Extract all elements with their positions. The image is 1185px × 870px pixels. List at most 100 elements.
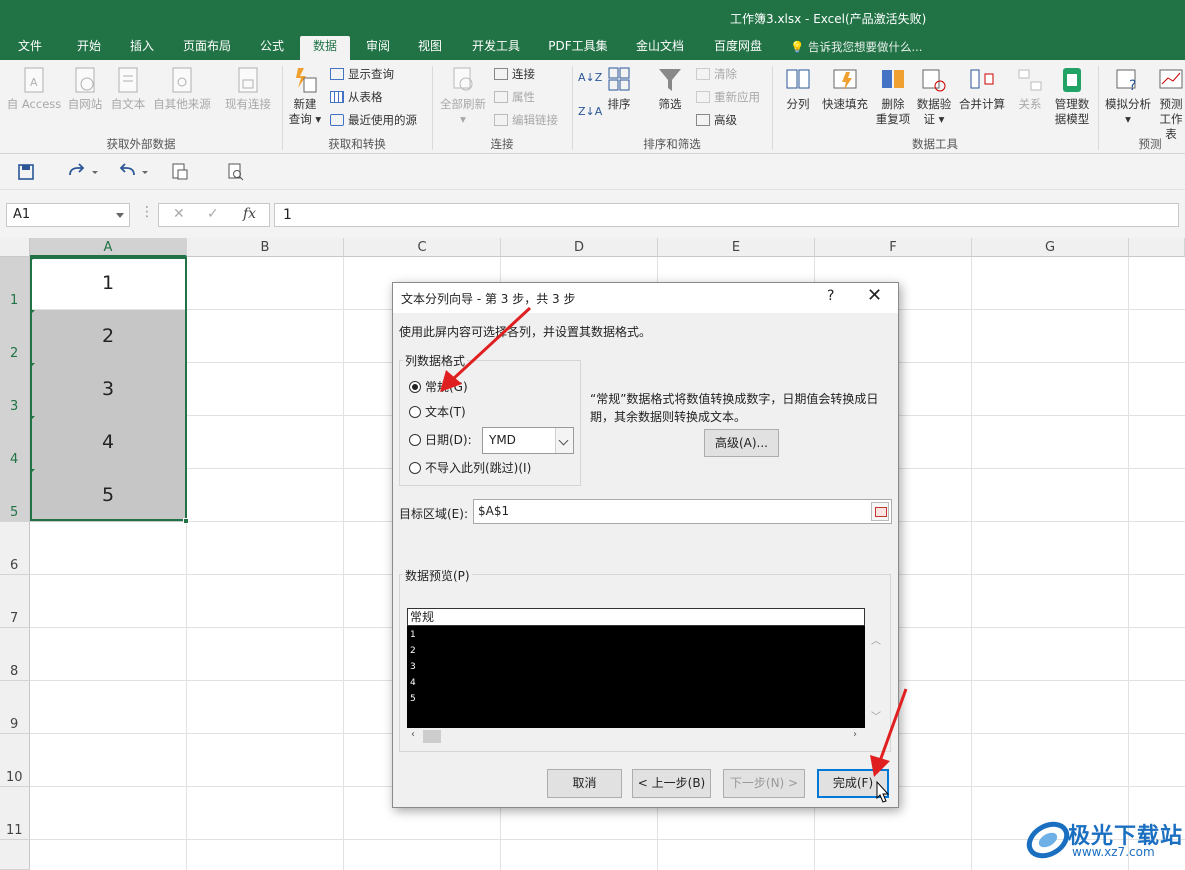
data-validation-button[interactable]: 数据验证 ▾ bbox=[914, 66, 954, 127]
cell-a5[interactable]: 5 bbox=[30, 469, 186, 522]
destination-input[interactable]: $A$1 bbox=[473, 499, 892, 524]
row-header-2[interactable]: 2 bbox=[0, 310, 30, 363]
cell-a4[interactable]: 4 bbox=[30, 416, 186, 469]
preview-vertical-scrollbar[interactable]: ︿ ﹀ bbox=[867, 626, 883, 728]
consolidate-button[interactable]: 合并计算 bbox=[956, 66, 1008, 112]
save-icon[interactable] bbox=[16, 162, 36, 182]
tab-home[interactable]: 开始 bbox=[64, 36, 114, 60]
column-header-e[interactable]: E bbox=[658, 238, 815, 257]
finish-button[interactable]: 完成(F) bbox=[817, 769, 889, 798]
what-if-analysis-button[interactable]: ? 模拟分析 ▾ bbox=[1102, 66, 1154, 127]
scroll-up-icon[interactable]: ︿ bbox=[871, 632, 881, 647]
tab-insert[interactable]: 插入 bbox=[118, 36, 166, 60]
reapply-filter-button[interactable]: 重新应用 bbox=[696, 90, 760, 105]
row-header-12[interactable] bbox=[0, 840, 30, 870]
recent-sources-button[interactable]: 最近使用的源 bbox=[330, 113, 417, 128]
text-to-columns-button[interactable]: 分列 bbox=[780, 66, 816, 112]
edit-links-button[interactable]: 编辑链接 bbox=[494, 113, 558, 128]
close-icon[interactable]: ✕ bbox=[867, 285, 882, 306]
fill-handle[interactable] bbox=[183, 518, 189, 524]
more-options-icon[interactable]: ⋮ bbox=[140, 204, 154, 220]
cancel-entry-icon[interactable]: ✕ bbox=[173, 206, 185, 222]
cancel-button[interactable]: 取消 bbox=[547, 769, 622, 798]
row-header-6[interactable]: 6 bbox=[0, 522, 30, 575]
cell-a1[interactable]: 1 bbox=[30, 257, 186, 310]
column-header-c[interactable]: C bbox=[344, 238, 501, 257]
redo-icon[interactable] bbox=[66, 162, 100, 182]
confirm-entry-icon[interactable]: ✓ bbox=[207, 206, 219, 222]
scroll-left-icon[interactable]: ‹ bbox=[411, 729, 415, 740]
from-table-button[interactable]: 从表格 bbox=[330, 90, 383, 105]
advanced-button[interactable]: 高级(A)... bbox=[704, 429, 779, 457]
preview-column-header[interactable]: 常规 bbox=[407, 608, 865, 626]
cell-a2[interactable]: 2 bbox=[30, 310, 186, 363]
scroll-right-icon[interactable]: › bbox=[853, 729, 857, 740]
from-access-button[interactable]: A 自 Access bbox=[4, 66, 64, 112]
row-header-10[interactable]: 10 bbox=[0, 734, 30, 787]
tab-baidu-netdisk[interactable]: 百度网盘 bbox=[704, 36, 772, 60]
column-header-b[interactable]: B bbox=[187, 238, 344, 257]
back-button[interactable]: < 上一步(B) bbox=[632, 769, 711, 798]
tab-file[interactable]: 文件 bbox=[8, 36, 52, 60]
column-header-h[interactable] bbox=[1129, 238, 1185, 257]
row-header-8[interactable]: 8 bbox=[0, 628, 30, 681]
sort-ascending-button[interactable]: A↓Z bbox=[578, 70, 602, 85]
row-header-9[interactable]: 9 bbox=[0, 681, 30, 734]
next-button[interactable]: 下一步(N) > bbox=[723, 769, 805, 798]
select-all-corner[interactable] bbox=[0, 238, 30, 257]
preview-horizontal-scrollbar[interactable]: ‹ › bbox=[407, 728, 865, 745]
row-header-1[interactable]: 1 bbox=[0, 257, 30, 310]
from-other-sources-button[interactable]: 自其他来源 bbox=[150, 66, 214, 112]
column-header-f[interactable]: F bbox=[815, 238, 972, 257]
from-text-button[interactable]: 自文本 bbox=[106, 66, 150, 112]
row-header-3[interactable]: 3 bbox=[0, 363, 30, 416]
tab-pdf-tools[interactable]: PDF工具集 bbox=[540, 36, 616, 60]
advanced-filter-button[interactable]: 高级 bbox=[696, 113, 737, 128]
connections-button[interactable]: 连接 bbox=[494, 67, 535, 82]
print-preview-icon[interactable] bbox=[170, 162, 190, 182]
column-header-g[interactable]: G bbox=[972, 238, 1129, 257]
cell-a3[interactable]: 3 bbox=[30, 363, 186, 416]
range-picker-icon[interactable] bbox=[871, 502, 889, 521]
refresh-all-button[interactable]: 全部刷新 ▾ bbox=[436, 66, 490, 127]
formula-input[interactable]: 1 bbox=[274, 203, 1179, 227]
remove-duplicates-button[interactable]: 删除 重复项 bbox=[872, 66, 914, 127]
help-icon[interactable]: ? bbox=[827, 288, 834, 304]
column-header-a[interactable]: A bbox=[30, 238, 187, 257]
tab-data[interactable]: 数据 bbox=[300, 36, 350, 60]
tab-developer[interactable]: 开发工具 bbox=[462, 36, 530, 60]
radio-text[interactable]: 文本(T) bbox=[409, 405, 466, 419]
scroll-thumb[interactable] bbox=[423, 730, 441, 743]
insert-function-icon[interactable]: fx bbox=[243, 206, 256, 222]
zoom-page-icon[interactable] bbox=[226, 162, 246, 182]
row-header-11[interactable]: 11 bbox=[0, 787, 30, 840]
relationships-button[interactable]: 关系 bbox=[1012, 66, 1048, 112]
date-format-select[interactable]: YMD bbox=[482, 427, 574, 454]
scroll-down-icon[interactable]: ﹀ bbox=[871, 708, 881, 723]
tab-formulas[interactable]: 公式 bbox=[248, 36, 296, 60]
row-header-7[interactable]: 7 bbox=[0, 575, 30, 628]
name-box[interactable]: A1 bbox=[6, 203, 130, 227]
forecast-sheet-button[interactable]: 预测 工作表 bbox=[1156, 66, 1185, 142]
radio-date[interactable]: 日期(D): bbox=[409, 433, 472, 447]
new-query-button[interactable]: 新建 查询 ▾ bbox=[286, 66, 324, 127]
preview-data-area[interactable]: 1 2 3 4 5 bbox=[407, 626, 865, 728]
radio-general[interactable]: 常规(G) bbox=[409, 380, 468, 394]
chevron-down-icon[interactable] bbox=[555, 428, 573, 453]
sort-descending-button[interactable]: Z↓A bbox=[578, 104, 602, 119]
show-queries-button[interactable]: 显示查询 bbox=[330, 67, 394, 82]
tab-kingsoft-docs[interactable]: 金山文档 bbox=[626, 36, 694, 60]
column-header-d[interactable]: D bbox=[501, 238, 658, 257]
sort-button[interactable]: 排序 bbox=[604, 66, 634, 112]
filter-button[interactable]: 筛选 bbox=[652, 66, 688, 112]
flash-fill-button[interactable]: 快速填充 bbox=[820, 66, 870, 112]
tab-review[interactable]: 审阅 bbox=[354, 36, 402, 60]
tab-view[interactable]: 视图 bbox=[406, 36, 454, 60]
tab-page-layout[interactable]: 页面布局 bbox=[172, 36, 242, 60]
undo-icon[interactable] bbox=[118, 162, 152, 182]
row-header-5[interactable]: 5 bbox=[0, 469, 30, 522]
chevron-down-icon[interactable] bbox=[116, 213, 124, 218]
clear-filter-button[interactable]: 清除 bbox=[696, 67, 737, 82]
properties-button[interactable]: 属性 bbox=[494, 90, 535, 105]
existing-connections-button[interactable]: 现有连接 bbox=[220, 66, 276, 112]
